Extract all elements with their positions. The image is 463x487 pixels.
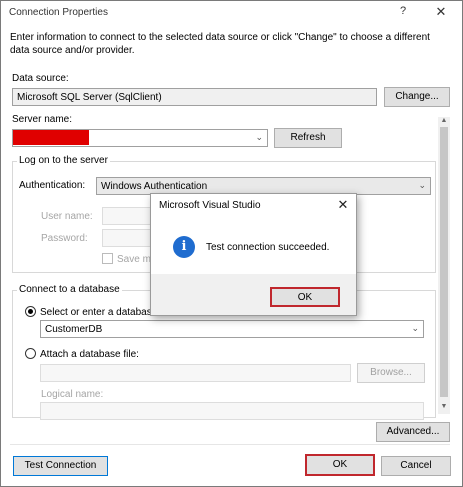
select-database-radio[interactable] [25, 306, 36, 317]
chevron-down-icon[interactable]: ⌄ [255, 132, 263, 143]
attach-file-input[interactable] [40, 364, 351, 382]
scroll-down-icon[interactable]: ▼ [438, 403, 450, 413]
scroll-up-icon[interactable]: ▲ [438, 117, 450, 127]
message-box: Microsoft Visual Studio ✕ i Test connect… [150, 193, 357, 316]
connection-properties-window: Connection Properties ? ✕ Enter informat… [0, 0, 463, 487]
ok-button[interactable]: OK [305, 454, 375, 476]
advanced-button[interactable]: Advanced... [376, 422, 450, 442]
server-name-label: Server name: [12, 114, 73, 125]
test-connection-button[interactable]: Test Connection [13, 456, 108, 476]
password-label: Password: [41, 233, 88, 244]
select-database-label: Select or enter a database [40, 307, 158, 318]
message-box-title: Microsoft Visual Studio [159, 200, 261, 211]
browse-button[interactable]: Browse... [357, 363, 425, 383]
window-title: Connection Properties [9, 7, 108, 18]
info-icon: i [173, 236, 195, 258]
message-box-body: i Test connection succeeded. [151, 218, 356, 273]
authentication-label: Authentication: [19, 180, 86, 191]
scrollbar-thumb[interactable] [440, 127, 448, 397]
close-icon[interactable]: ✕ [334, 196, 352, 214]
username-input[interactable] [102, 207, 152, 225]
attach-database-label: Attach a database file: [40, 349, 139, 360]
chevron-down-icon[interactable]: ⌄ [411, 323, 419, 334]
message-box-ok-button[interactable]: OK [270, 287, 340, 307]
password-input[interactable] [102, 229, 152, 247]
database-name-combo[interactable]: CustomerDB ⌄ [40, 320, 424, 338]
title-bar: Connection Properties ? ✕ [1, 1, 462, 25]
attach-database-radio[interactable] [25, 348, 36, 359]
chevron-down-icon[interactable]: ⌄ [418, 180, 426, 191]
username-label: User name: [41, 211, 93, 222]
intro-text: Enter information to connect to the sele… [10, 32, 430, 56]
change-button[interactable]: Change... [384, 87, 450, 107]
vertical-scrollbar[interactable]: ▲ ▼ [438, 117, 450, 414]
help-button[interactable]: ? [395, 5, 411, 21]
message-box-footer: OK [151, 274, 356, 315]
save-password-checkbox[interactable] [102, 253, 113, 264]
message-text: Test connection succeeded. [206, 242, 330, 253]
data-source-label: Data source: [12, 73, 69, 84]
logical-name-input[interactable] [40, 402, 424, 420]
refresh-button[interactable]: Refresh [274, 128, 342, 148]
logical-name-label: Logical name: [41, 389, 104, 400]
save-password-label: Save m [117, 254, 151, 265]
redacted-server-name [13, 130, 89, 145]
cancel-button[interactable]: Cancel [381, 456, 451, 476]
database-group-title: Connect to a database [17, 284, 122, 295]
logon-group-title: Log on to the server [17, 155, 110, 166]
footer-divider [10, 444, 450, 445]
data-source-field: Microsoft SQL Server (SqlClient) [12, 88, 377, 106]
close-icon[interactable]: ✕ [431, 3, 451, 21]
